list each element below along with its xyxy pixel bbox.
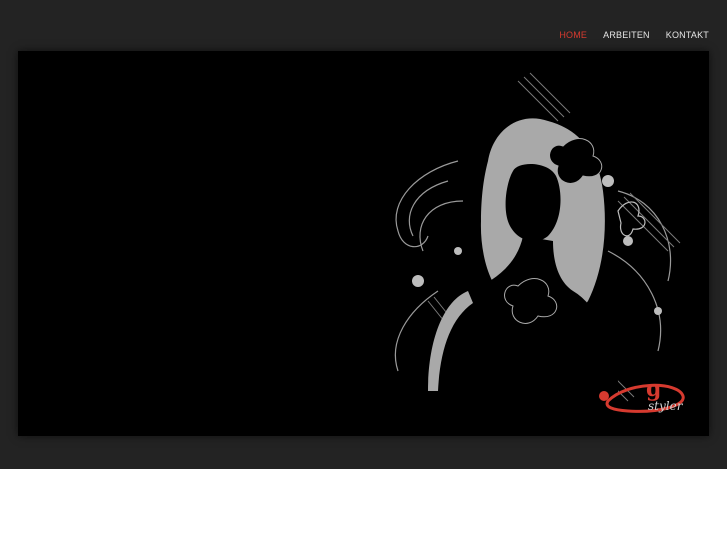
logo-text: styler bbox=[648, 399, 683, 413]
woman-silhouette-illustration: g bbox=[394, 72, 685, 436]
main-nav: HOME ARBEITEN KONTAKT bbox=[559, 30, 709, 40]
hero-image: g styler bbox=[18, 51, 709, 436]
nav-home[interactable]: HOME bbox=[559, 30, 587, 40]
nav-arbeiten[interactable]: ARBEITEN bbox=[603, 30, 650, 40]
nav-kontakt[interactable]: KONTAKT bbox=[666, 30, 709, 40]
